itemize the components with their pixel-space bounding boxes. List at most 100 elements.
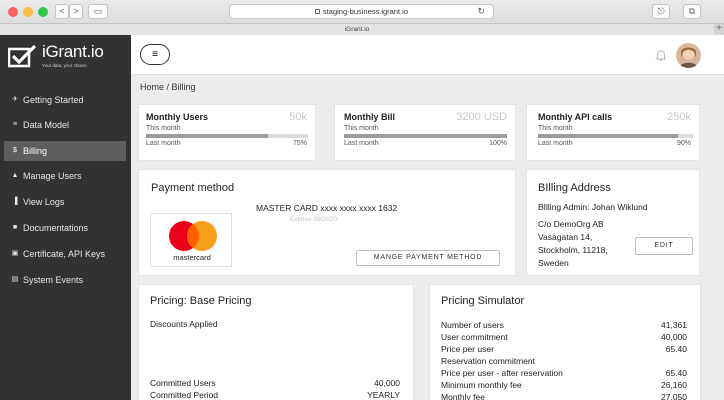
simulator-row-label: Monthly fee (441, 392, 485, 400)
minimize-window-button[interactable] (23, 7, 33, 17)
browser-chrome: < > ▭ staging-business.igrant.io ↻ ⎋ ⧉ i… (0, 0, 724, 35)
stat-percent: 75% (292, 140, 307, 147)
usage-bar-fill (538, 134, 678, 138)
pricing-row-label: Committed Users (150, 378, 216, 388)
stat-period: This month (146, 125, 181, 132)
usage-bar (344, 134, 507, 138)
browser-tab[interactable]: iGrant.io (0, 24, 714, 35)
sidebar-item-documentations[interactable]: ■ Documentations (0, 218, 131, 238)
stat-last-label: Last month (344, 140, 379, 147)
calendar-icon: ▤ (11, 276, 19, 283)
usage-bar-fill (344, 134, 507, 138)
stat-percent: 100% (489, 140, 507, 147)
card-number: MASTER CARD xxxx xxxx xxxx 1632 (256, 203, 398, 213)
usage-bar (538, 134, 693, 138)
address-line: Stockholm, 11218, (538, 245, 608, 255)
sidebar-item-billing[interactable]: $ Billing (4, 141, 126, 161)
chevron-left-icon: < (59, 6, 65, 16)
pricing-simulator-title: Pricing Simulator (441, 295, 525, 307)
address-line: Vasagatan 14, (538, 232, 593, 242)
pricing-row-label: Committed Period (150, 390, 219, 400)
dollar-icon: $ (13, 147, 17, 154)
sidebar-item-label: View Logs (23, 197, 65, 207)
stat-last-label: Last month (146, 140, 181, 147)
stat-period: This month (538, 125, 573, 132)
breadcrumb: Home / Billing (140, 82, 196, 92)
discounts-label: Discounts Applied (150, 319, 218, 329)
manage-payment-method-button[interactable]: MANGE PAYMENT METHOD (356, 250, 500, 266)
stat-title: Monthly API calls (538, 112, 613, 122)
address-bar[interactable]: staging-business.igrant.io ↻ (229, 4, 494, 19)
sidebar-item-label: Billing (23, 146, 48, 156)
sidebar-item-view-logs[interactable]: ▐ View Logs (0, 192, 131, 212)
close-window-button[interactable] (8, 7, 18, 17)
stat-card-monthly-bill: Monthly Bill 3200 USD This month Last mo… (334, 104, 516, 161)
stat-card-monthly-users: Monthly Users 50k This month Last month … (138, 104, 316, 161)
simulator-row-label: Price per user - after reservation (441, 368, 563, 378)
sidebar-item-certificate-api-keys[interactable]: ▣ Certificate, API Keys (0, 244, 131, 264)
reload-icon[interactable]: ↻ (477, 5, 485, 18)
billing-address-title: BIlling Address (538, 182, 611, 194)
sidebar-item-label: Getting Started (23, 95, 84, 105)
pricing-row-value: YEARLY (367, 390, 400, 400)
back-button[interactable]: < (55, 4, 69, 19)
usage-bar (146, 134, 308, 138)
card-brand-label: mastercard (173, 253, 211, 262)
sidebar-item-system-events[interactable]: ▤ System Events (0, 270, 131, 290)
sidebar-item-label: Data Model (23, 120, 70, 130)
stat-last-label: Last month (538, 140, 573, 147)
sidebar-item-label: Certificate, API Keys (23, 249, 106, 259)
avatar-icon[interactable] (676, 43, 701, 68)
simulator-row-label: User commitment (441, 332, 508, 342)
book-icon: ■ (12, 224, 18, 231)
pricing-title: Pricing: Base Pricing (150, 295, 252, 307)
simulator-row-value: 40,000 (661, 332, 687, 342)
chevron-right-icon: > (73, 6, 79, 16)
sidebar-item-data-model[interactable]: ≡ Data Model (0, 115, 131, 135)
zoom-window-button[interactable] (38, 7, 48, 17)
stat-title: Monthly Bill (344, 112, 395, 122)
billing-address-card: BIlling Address BIlling Admin: Johan Wik… (526, 169, 700, 276)
sidebar-item-manage-users[interactable]: ▲ Manage Users (0, 166, 131, 186)
stat-value: 50k (289, 111, 307, 123)
sidebar-toggle-button[interactable]: ▭ (88, 4, 108, 19)
show-tabs-button[interactable]: ⧉ (683, 4, 701, 19)
tabs-icon: ⧉ (688, 6, 696, 16)
sidebar-item-label: Documentations (23, 223, 89, 233)
edit-address-button[interactable]: EDIT (635, 237, 693, 255)
billing-admin: BIlling Admin: Johan Wiklund (538, 202, 648, 212)
mastercard-icon (169, 221, 217, 251)
card-expiry: Expires 09/2020 (290, 216, 337, 223)
share-button[interactable]: ⎋ (652, 4, 670, 19)
address-line: C/o DemoOrg AB (538, 219, 604, 229)
user-icon: ▲ (11, 172, 19, 179)
forward-button[interactable]: > (69, 4, 83, 19)
simulator-row-value: 27,050 (661, 392, 687, 400)
new-tab-button[interactable]: + (716, 23, 722, 34)
pricing-simulator-card: Pricing Simulator Number of users 41,361… (429, 284, 701, 400)
sidebar-item-getting-started[interactable]: ✈ Getting Started (0, 90, 131, 110)
checkbox-logo-icon (8, 44, 37, 68)
pricing-card: Pricing: Base Pricing Discounts Applied … (138, 284, 414, 400)
tab-strip: iGrant.io + (0, 23, 724, 35)
hamburger-icon: ≡ (152, 49, 158, 60)
simulator-row-value: 26,160 (661, 380, 687, 390)
stat-title: Monthly Users (146, 112, 209, 122)
payment-method-card: Payment method mastercard MASTER CARD xx… (138, 169, 516, 276)
simulator-row-value: 41,361 (661, 320, 687, 330)
bell-icon[interactable] (654, 48, 668, 62)
app-logo[interactable]: iGrant.io Your data, your choice. (8, 42, 128, 70)
app-window: < > ▭ staging-business.igrant.io ↻ ⎋ ⧉ i… (0, 0, 724, 400)
sidebar-item-label: System Events (23, 275, 84, 285)
logo-tagline: Your data, your choice. (42, 63, 88, 68)
usage-bar-fill (146, 134, 268, 138)
stat-percent: 90% (676, 140, 691, 147)
address-line: Sweden (538, 258, 569, 268)
mastercard-logo: mastercard (150, 213, 232, 267)
menu-toggle-button[interactable]: ≡ (140, 44, 170, 65)
simulator-row-label: Price per user (441, 344, 494, 354)
share-icon: ⎋ (657, 6, 665, 16)
stat-card-monthly-api-calls: Monthly API calls 250k This month Last m… (526, 104, 700, 161)
stat-period: This month (344, 125, 379, 132)
sidebar-item-label: Manage Users (23, 171, 82, 181)
